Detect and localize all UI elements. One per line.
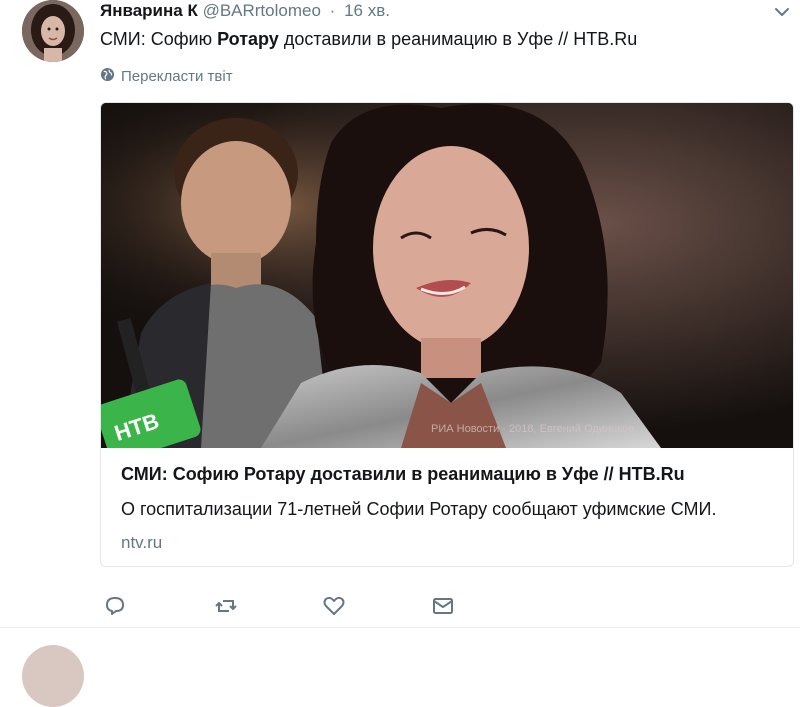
envelope-icon[interactable] [431,594,455,618]
heart-icon[interactable] [322,594,346,618]
globe-icon [100,67,115,86]
card-title[interactable]: СМИ: Софию Ротару доставили в реанимацию… [121,464,773,485]
tweet-text-bold: Ротару [217,29,279,49]
tweet-text: СМИ: Софию Ротару доставили в реанимацию… [100,29,637,50]
separator-dot: · [329,1,336,20]
card-domain[interactable]: ntv.ru [121,533,773,553]
tweet-text-part: СМИ: Софию [100,29,218,49]
avatar[interactable] [22,645,84,707]
tweet-timestamp[interactable]: 16 хв. [344,1,390,20]
avatar[interactable] [22,0,84,62]
tweet[interactable]: Январина К @BARrtolomeo · 16 хв. СМИ: Со… [0,0,800,628]
user-handle[interactable]: @BARrtolomeo [203,1,321,20]
card-image[interactable]: НТВ РИА Новости · 2018, Евгений Одиноков [101,103,793,462]
link-card[interactable]: НТВ РИА Новости · 2018, Евгений Одиноков… [100,102,794,567]
translate-button[interactable]: Перекласти твіт [100,67,233,86]
card-description: О госпитализации 71-летней Софии Ротару … [121,499,717,519]
tweet-text-part: доставили в реанимацию в Уфе // НТВ.Ru [278,29,638,49]
card-body[interactable]: СМИ: Софию Ротару доставили в реанимацию… [121,464,773,553]
image-watermark: РИА Новости · 2018, Евгений Одиноков [431,423,634,435]
tweet-divider [0,627,800,628]
tweet-header: Январина К @BARrtolomeo · 16 хв. [100,1,390,23]
translate-label: Перекласти твіт [121,68,233,85]
display-name[interactable]: Январина К [100,1,198,20]
retweet-icon[interactable] [214,594,238,618]
reply-icon[interactable] [103,594,127,618]
chevron-down-icon[interactable] [772,2,792,22]
